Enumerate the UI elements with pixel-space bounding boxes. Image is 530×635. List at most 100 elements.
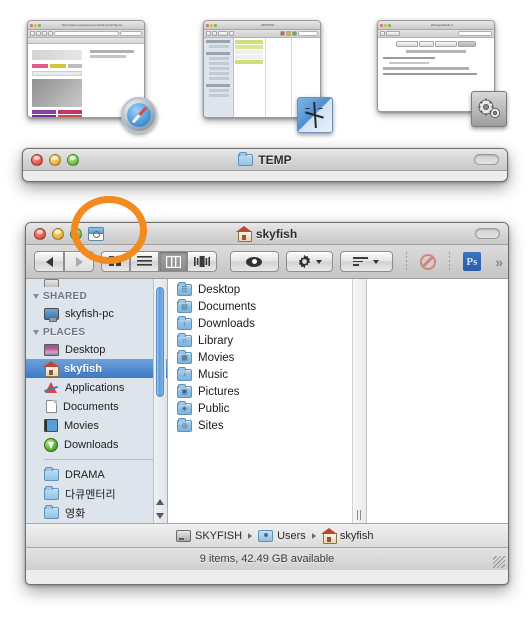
temp-window[interactable]: TEMP [22, 148, 508, 182]
quicklook-button[interactable] [230, 251, 279, 272]
finder-titlebar[interactable]: skyfish [26, 223, 508, 245]
toolbar-overflow-icon[interactable]: » [495, 254, 503, 270]
sidebar-item-applications[interactable]: Applications [26, 378, 167, 397]
sidebar-item-skyfish-pc[interactable]: skyfish-pc [26, 304, 167, 323]
zoom-button[interactable] [70, 227, 82, 240]
sidebar-item-desktop[interactable]: Desktop [26, 340, 167, 359]
mini-color-icon[interactable] [280, 31, 285, 36]
sidebar-group-header-places[interactable]: PLACES [26, 323, 167, 340]
column-preview-empty[interactable] [367, 279, 508, 523]
list-item[interactable]: ▣ Pictures [168, 383, 366, 400]
list-item[interactable]: ▤ Documents [168, 298, 366, 315]
temp-window-title: TEMP [23, 151, 507, 167]
mini-tab[interactable] [419, 41, 434, 47]
breadcrumb-separator-icon [248, 532, 253, 539]
photoshop-icon[interactable]: Ps [462, 252, 482, 271]
sidebar-item-documentary[interactable]: 다큐멘터리 [26, 484, 167, 503]
column-resize-grip[interactable] [356, 510, 363, 520]
mini-search-field[interactable] [120, 31, 142, 36]
mini-forward-icon[interactable] [36, 31, 41, 36]
expose-item-safari[interactable]: http://www.musicovery.com/index2.php?lg=… [27, 20, 157, 133]
column-scrollbar[interactable] [352, 279, 366, 523]
close-button[interactable] [34, 227, 46, 240]
no-entry-icon[interactable] [419, 253, 436, 270]
list-item[interactable]: ◈ Public [168, 400, 366, 417]
minimize-button[interactable] [210, 23, 213, 27]
column-view-button[interactable] [159, 251, 188, 272]
zoom-button[interactable] [214, 23, 217, 27]
list-item[interactable]: ☰ Desktop [168, 281, 366, 298]
list-view-button[interactable] [130, 251, 159, 272]
mini-forward-icon[interactable] [212, 31, 217, 36]
mini-action-icon[interactable] [229, 31, 234, 36]
mini-tab-active[interactable] [458, 41, 476, 47]
sidebar-item-drama[interactable]: DRAMA [26, 465, 167, 484]
mini-section-title [406, 50, 466, 53]
coverflow-view-button[interactable] [188, 251, 217, 272]
sidebar-scroll-down-button[interactable] [154, 509, 166, 523]
mini-address-bar[interactable] [54, 31, 119, 36]
toolbar-toggle-pill[interactable] [474, 154, 499, 165]
breadcrumb-item-skyfish-disk[interactable]: SKYFISH [176, 529, 242, 542]
icon-view-button[interactable] [101, 251, 130, 272]
forward-button[interactable] [64, 251, 94, 272]
temp-titlebar[interactable]: TEMP [23, 149, 507, 171]
mini-row [235, 45, 263, 49]
sidebar-item-movies[interactable]: Movies [26, 416, 167, 435]
sidebar-item-movie[interactable]: 영화 [26, 503, 167, 522]
list-item[interactable]: ⌂ Library [168, 332, 366, 349]
list-item[interactable]: ♪ Music [168, 366, 366, 383]
mini-view-switch-icon[interactable] [218, 31, 228, 36]
sidebar-scrolled-item[interactable] [26, 279, 167, 287]
back-button[interactable] [34, 251, 64, 272]
toolbar-toggle-pill[interactable] [475, 228, 500, 239]
close-button[interactable] [31, 153, 43, 166]
windowshade-icon[interactable] [88, 226, 104, 241]
minimize-button[interactable] [34, 23, 37, 27]
mini-showall-button[interactable] [386, 31, 400, 36]
close-button[interactable] [206, 23, 209, 27]
close-button[interactable] [30, 23, 33, 27]
expose-item-system-preferences[interactable]: WindowShade X [377, 20, 507, 127]
minimize-button[interactable] [49, 153, 61, 166]
resize-grip[interactable] [493, 556, 505, 568]
action-menu-button[interactable] [285, 251, 334, 272]
finder-sidebar[interactable]: SHARED skyfish-pc PLACES Desktop skyfish… [26, 279, 168, 523]
sidebar-scroll-up-button[interactable] [154, 495, 166, 509]
list-item[interactable]: ↓ Downloads [168, 315, 366, 332]
minimize-button[interactable] [384, 23, 387, 27]
sidebar-item-skyfish[interactable]: skyfish [26, 359, 167, 378]
list-item[interactable]: ◎ Sites [168, 417, 366, 434]
mini-reload-icon[interactable] [42, 31, 47, 36]
mini-tab[interactable] [435, 41, 457, 47]
mini-search-field[interactable] [458, 31, 492, 36]
expose-item-finder[interactable]: BKPDISK [203, 20, 333, 133]
column-home-contents[interactable]: ☰ Desktop ▤ Documents ↓ Downloads ⌂ Libr… [168, 279, 367, 523]
finder-window[interactable]: skyfish Ps » SHARED skyfish-pc PLACES De… [25, 222, 509, 585]
close-button[interactable] [380, 23, 383, 27]
breadcrumb-item-users[interactable]: Users [258, 529, 306, 542]
chevron-down-icon[interactable] [33, 294, 39, 299]
zoom-button[interactable] [38, 23, 41, 27]
mini-search-field[interactable] [298, 31, 318, 36]
mini-tab[interactable] [396, 41, 418, 47]
sidebar-scrollbar-thumb[interactable] [156, 287, 164, 397]
sidebar-item-documents[interactable]: Documents [26, 397, 167, 416]
path-bar: SKYFISH Users skyfish [26, 524, 508, 548]
zoom-button[interactable] [67, 153, 79, 166]
mini-home-icon[interactable] [48, 31, 53, 36]
sidebar-group-header-shared[interactable]: SHARED [26, 287, 167, 304]
mini-back-icon[interactable] [206, 31, 211, 36]
mini-color-icon[interactable] [286, 31, 291, 36]
minimize-button[interactable] [52, 227, 64, 240]
arrange-menu-button[interactable] [340, 251, 393, 272]
mini-color-icon[interactable] [292, 31, 297, 36]
breadcrumb-item-skyfish-home[interactable]: skyfish [320, 528, 373, 544]
list-item[interactable]: ▦ Movies [168, 349, 366, 366]
sidebar-scrollbar[interactable] [153, 279, 166, 523]
mini-back-icon[interactable] [30, 31, 35, 36]
mini-back-icon[interactable] [380, 31, 385, 36]
chevron-down-icon[interactable] [33, 330, 39, 335]
zoom-button[interactable] [388, 23, 391, 27]
sidebar-item-downloads[interactable]: Downloads [26, 435, 167, 454]
